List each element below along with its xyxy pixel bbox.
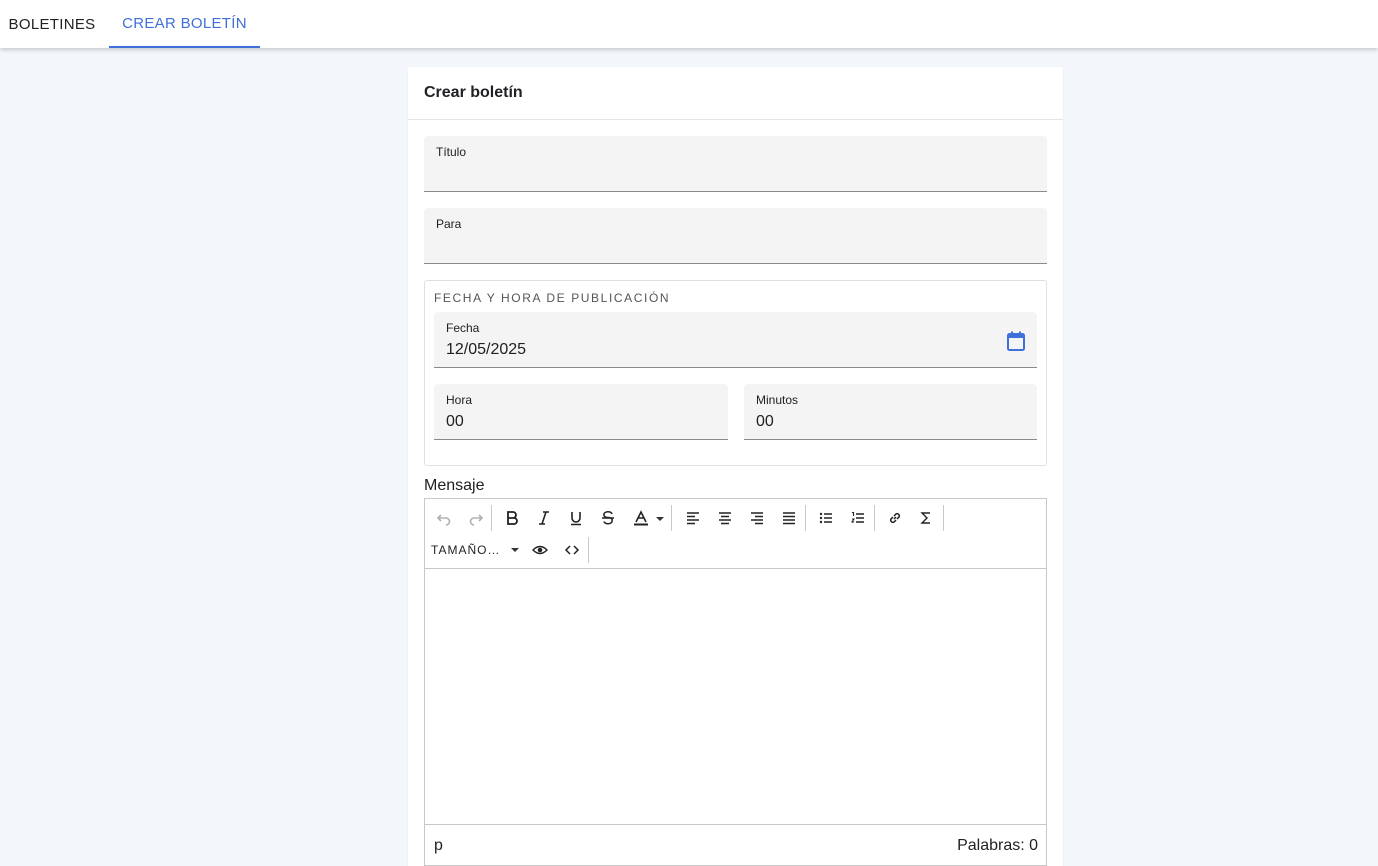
link-icon — [889, 512, 901, 524]
fecha-input[interactable]: 12/05/2025 — [446, 341, 526, 359]
bold-icon — [507, 511, 518, 525]
italic-button[interactable] — [530, 505, 558, 531]
font-size-label: TAMAÑO… — [431, 543, 501, 557]
sigma-icon — [920, 512, 930, 524]
chevron-down-icon — [656, 517, 664, 521]
align-justify-button[interactable] — [775, 505, 803, 531]
top-tab-bar: BOLETINES CREAR BOLETÍN — [0, 0, 1378, 48]
hora-input[interactable]: 00 — [446, 413, 464, 431]
bold-button[interactable] — [498, 505, 526, 531]
align-right-icon — [751, 512, 763, 525]
toolbar-separator — [805, 505, 806, 531]
toolbar-separator — [874, 505, 875, 531]
hora-field[interactable]: Hora 00 — [434, 384, 728, 440]
formula-button[interactable] — [912, 505, 940, 531]
tab-crear-boletin[interactable]: CREAR BOLETÍN — [109, 0, 260, 48]
para-label: Para — [436, 217, 462, 231]
align-center-button[interactable] — [711, 505, 739, 531]
toolbar-separator — [943, 505, 944, 531]
align-right-button[interactable] — [743, 505, 771, 531]
strikethrough-icon — [602, 511, 614, 525]
code-icon — [564, 545, 580, 555]
rich-text-editor: TAMAÑO… p Palabras: 0 — [424, 498, 1047, 866]
create-bulletin-card: Crear boletín Título Para FECHA Y HORA D… — [408, 67, 1063, 866]
text-color-icon — [634, 510, 648, 526]
toolbar-separator — [671, 505, 672, 531]
align-left-button[interactable] — [679, 505, 707, 531]
tab-boletines[interactable]: BOLETINES — [0, 0, 104, 48]
redo-icon — [469, 514, 484, 526]
source-code-button[interactable] — [558, 537, 586, 563]
para-field[interactable]: Para — [424, 208, 1047, 264]
fecha-field[interactable]: Fecha 12/05/2025 — [434, 312, 1037, 368]
numbered-list-icon — [850, 511, 864, 523]
titulo-label: Título — [436, 145, 467, 159]
undo-button[interactable] — [430, 505, 458, 531]
editor-content-area[interactable] — [425, 569, 1046, 824]
undo-icon — [436, 514, 451, 526]
align-left-icon — [687, 512, 699, 525]
fecha-label: Fecha — [446, 321, 480, 335]
link-button[interactable] — [881, 505, 909, 531]
minutos-label: Minutos — [756, 393, 799, 407]
preview-button[interactable] — [526, 537, 554, 563]
minutos-field[interactable]: Minutos 00 — [744, 384, 1037, 440]
align-justify-icon — [783, 512, 795, 525]
strikethrough-button[interactable] — [594, 505, 622, 531]
toolbar-separator — [588, 537, 589, 563]
titulo-field[interactable]: Título — [424, 136, 1047, 192]
card-title: Crear boletín — [424, 84, 523, 101]
numbered-list-button[interactable] — [844, 505, 872, 531]
italic-icon — [539, 511, 549, 525]
text-color-button[interactable] — [626, 505, 666, 531]
underline-button[interactable] — [562, 505, 590, 531]
bullet-list-icon — [819, 512, 832, 524]
publication-legend: FECHA Y HORA DE PUBLICACIÓN — [434, 291, 671, 305]
align-center-icon — [719, 512, 731, 525]
redo-button[interactable] — [462, 505, 490, 531]
preview-eye-icon — [532, 545, 548, 555]
hora-label: Hora — [446, 393, 473, 407]
minutos-input[interactable]: 00 — [756, 413, 774, 431]
publication-datetime-group: FECHA Y HORA DE PUBLICACIÓN Fecha 12/05/… — [424, 280, 1047, 466]
chevron-down-icon — [511, 548, 519, 552]
underline-icon — [571, 512, 581, 526]
bullet-list-button[interactable] — [812, 505, 840, 531]
card-header: Crear boletín — [408, 67, 1063, 120]
mensaje-label: Mensaje — [424, 477, 485, 494]
editor-statusbar: p Palabras: 0 — [425, 824, 1046, 865]
word-count: Palabras: 0 — [957, 837, 1038, 854]
editor-toolbar: TAMAÑO… — [425, 499, 1046, 569]
calendar-icon[interactable] — [1007, 331, 1025, 351]
element-path[interactable]: p — [434, 837, 443, 855]
font-size-dropdown[interactable]: TAMAÑO… — [431, 537, 523, 563]
toolbar-separator — [491, 505, 492, 531]
